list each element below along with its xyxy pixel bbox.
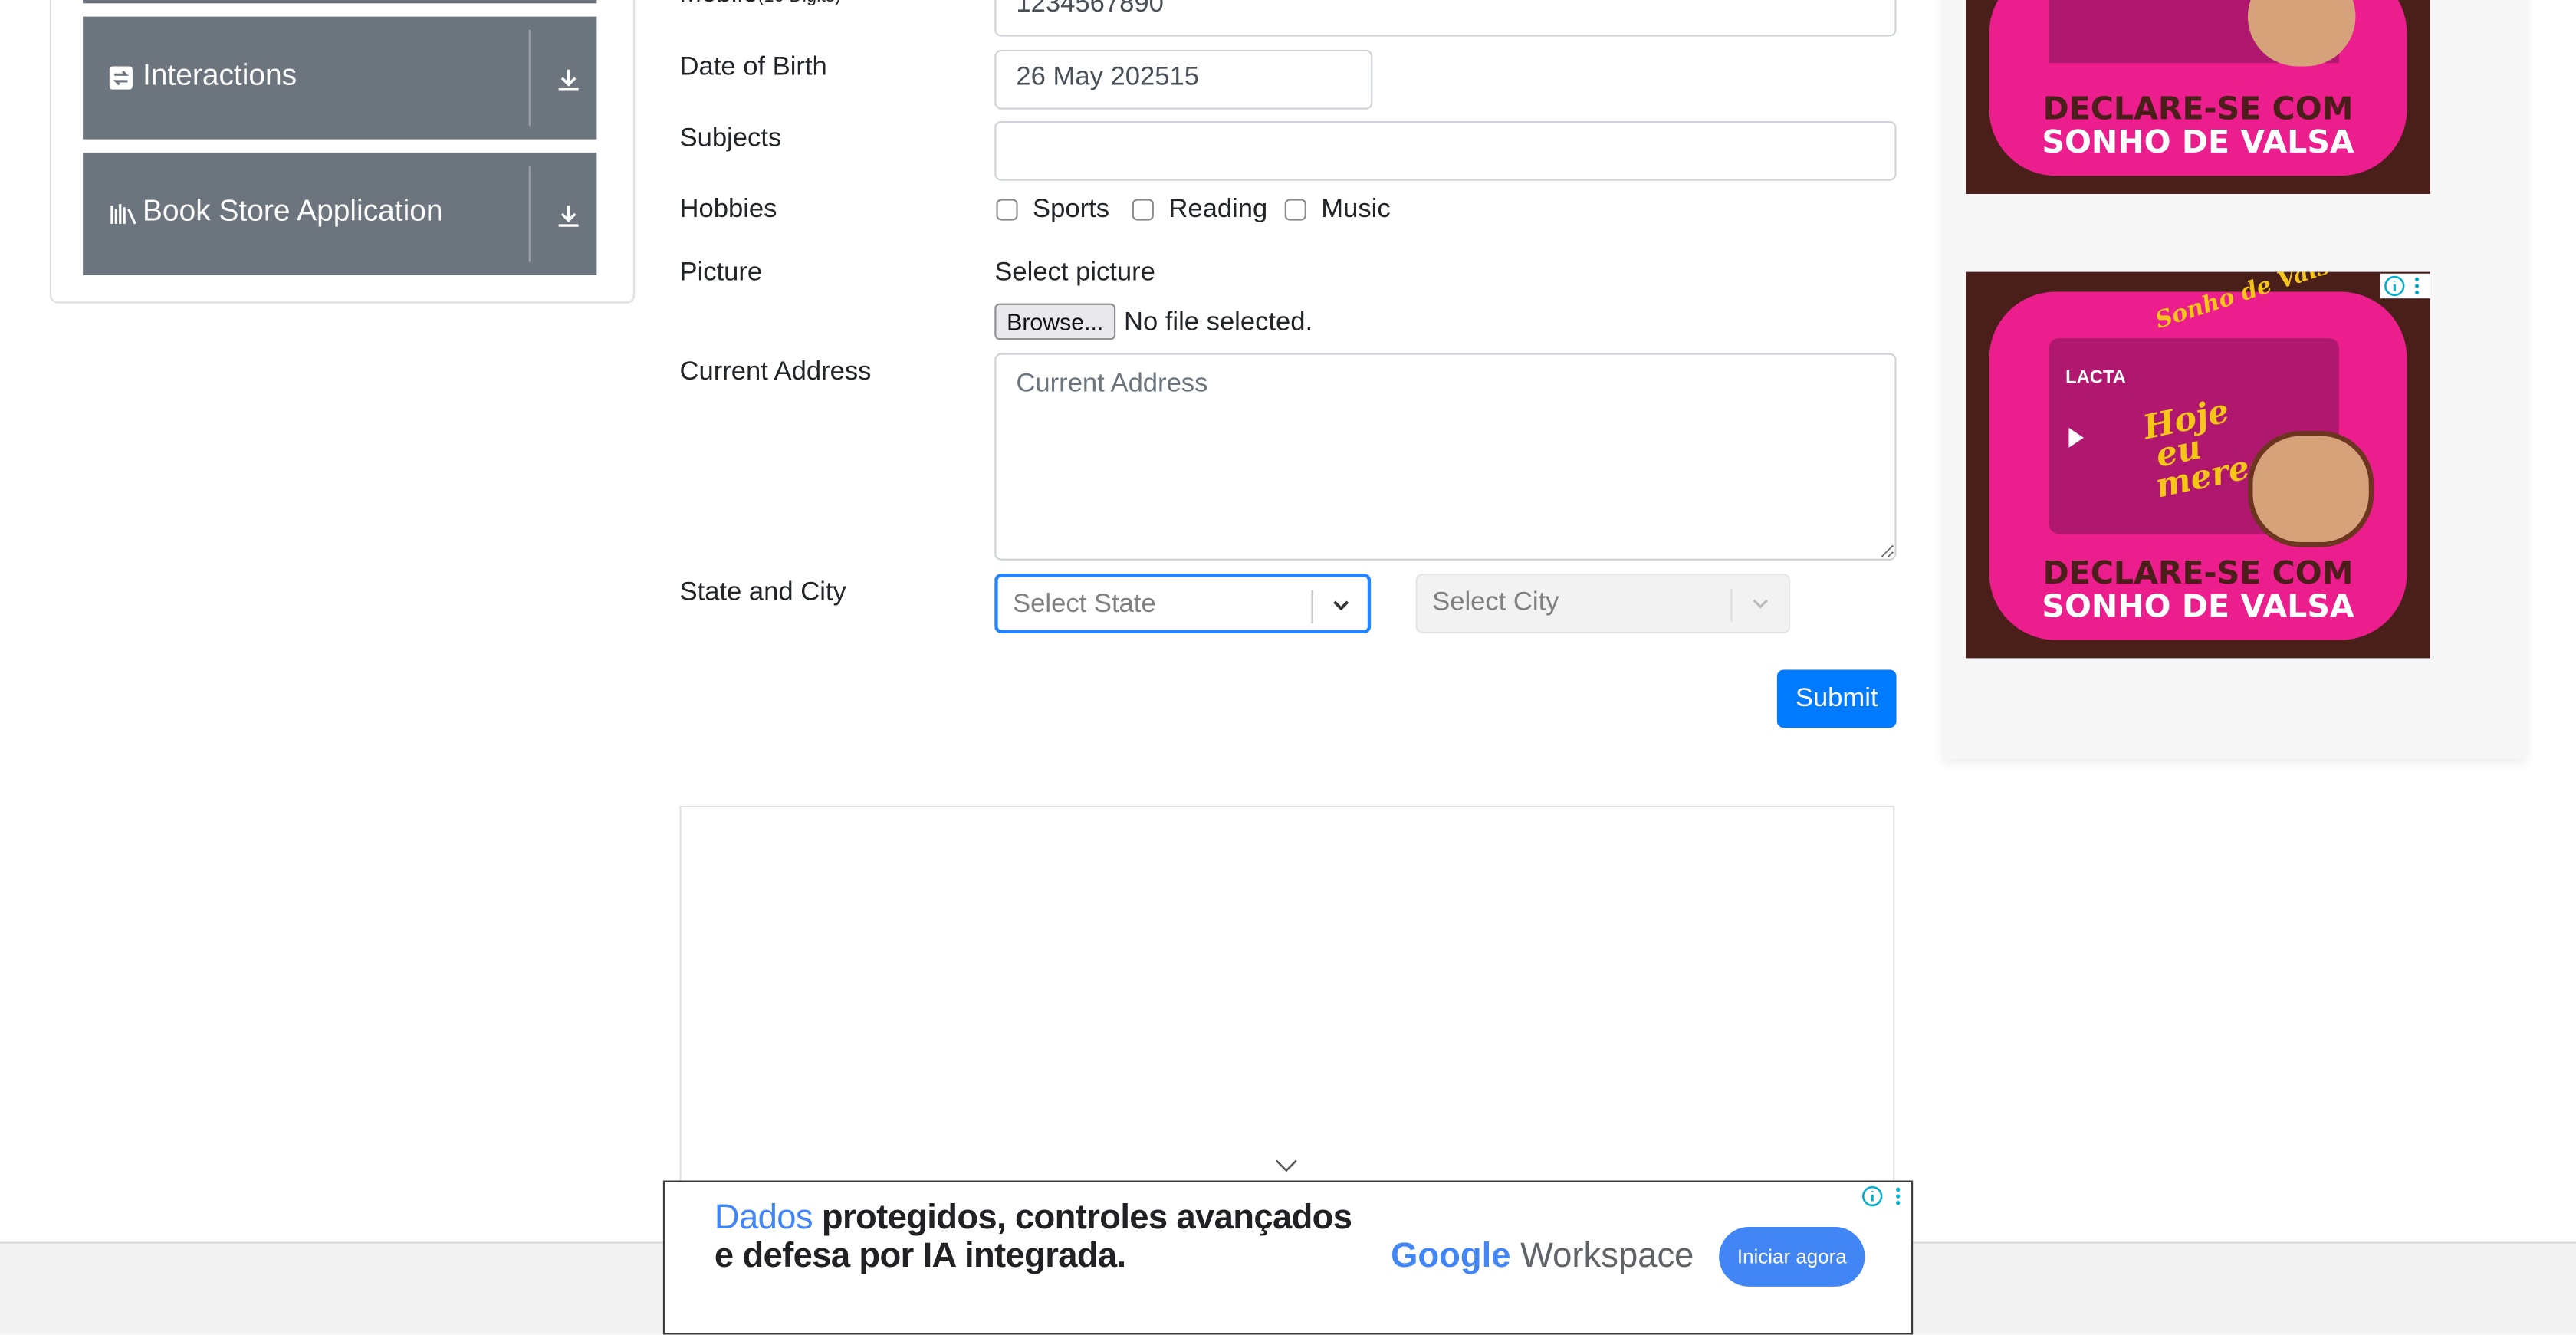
divider <box>528 166 531 262</box>
submit-button[interactable]: Submit <box>1776 669 1897 728</box>
hobby-music-checkbox[interactable] <box>1284 199 1306 221</box>
sonho-de-valsa-ad-top[interactable]: DECLARE-SE COM SONHO DE VALSA <box>1966 0 2430 194</box>
file-status: No file selected. <box>1123 308 1313 337</box>
sidebar-item-book-store-application[interactable]: Book Store Application <box>83 152 597 275</box>
ad-headline-highlight: Dados <box>714 1199 813 1238</box>
state-city-label: State and City <box>679 578 846 607</box>
mobile-label: Mobile(10 Digits) <box>680 0 841 10</box>
bonbon-image <box>2247 431 2374 547</box>
date-of-birth-input[interactable]: 26 May 202515 <box>994 49 1373 110</box>
sidebar-item-label: Book Store Application <box>142 193 443 228</box>
play-icon[interactable] <box>2068 427 2084 448</box>
sidebar-item-label: Interactions <box>142 58 297 91</box>
ad-headline-line1: DECLARE-SE COM <box>2042 555 2354 592</box>
ad-headline-line2: SONHO DE VALSA <box>2042 588 2354 626</box>
browse-button[interactable]: Browse... <box>994 303 1116 340</box>
select-separator <box>1730 588 1733 622</box>
picture-label: Picture <box>679 258 763 288</box>
mobile-value: 1234567890 <box>1016 0 1164 18</box>
state-placeholder: Select State <box>1013 590 1156 619</box>
current-address-label: Current Address <box>679 358 872 386</box>
hobby-sports-checkbox[interactable] <box>996 199 1018 221</box>
select-separator <box>1311 590 1313 623</box>
download-icon[interactable] <box>555 202 582 229</box>
chevron-down-icon[interactable] <box>1750 594 1770 613</box>
sidebar-item-interactions[interactable]: Interactions <box>83 16 597 140</box>
state-select[interactable]: Select State <box>994 574 1372 633</box>
mobile-hint: (10 Digits) <box>757 0 840 7</box>
current-address-textarea[interactable] <box>994 353 1897 561</box>
hobby-reading-checkbox[interactable] <box>1132 199 1154 221</box>
info-icon[interactable] <box>1861 1185 1883 1207</box>
city-select[interactable]: Select City <box>1415 574 1791 633</box>
google-workspace-ad[interactable]: Dados protegidos, controles avançados e … <box>662 1180 1914 1335</box>
city-placeholder: Select City <box>1432 588 1559 617</box>
sidebar-item-previous-edge[interactable] <box>83 0 597 4</box>
ad-headline-line1: DECLARE-SE COM <box>2042 90 2354 128</box>
dob-label: Date of Birth <box>679 53 827 81</box>
ad-headline-line2: SONHO DE VALSA <box>2042 124 2354 161</box>
results-area <box>679 805 1895 1204</box>
hobby-sports-label[interactable]: Sports <box>1033 196 1109 225</box>
sonho-de-valsa-ad-main[interactable]: Sonho de Valsa LACTA Hoje eu mereço DECL… <box>1966 271 2430 659</box>
subjects-label: Subjects <box>679 124 782 153</box>
chevron-down-icon[interactable] <box>1275 1157 1298 1174</box>
chevron-down-icon[interactable] <box>1331 595 1351 615</box>
divider <box>528 29 531 127</box>
ad-headline-rest: protegidos, controles avançados <box>812 1199 1352 1238</box>
subjects-input[interactable] <box>994 120 1897 181</box>
more-icon[interactable] <box>2412 275 2422 297</box>
mobile-input[interactable]: 1234567890 <box>994 0 1897 37</box>
info-icon[interactable] <box>2384 275 2405 297</box>
mobile-label-text: Mobile <box>680 0 758 8</box>
more-icon[interactable] <box>1893 1185 1903 1207</box>
select-picture-label: Select picture <box>994 258 1155 288</box>
google-logo-text: Google <box>1391 1237 1511 1275</box>
ad-headline: Dados protegidos, controles avançados e … <box>715 1199 1352 1274</box>
ad-headline-line2: e defesa por IA integrada. <box>714 1237 1126 1275</box>
hobby-reading-label[interactable]: Reading <box>1168 196 1267 225</box>
google-workspace-logo: Google Workspace <box>1391 1237 1694 1277</box>
wrapper-brand: LACTA <box>2065 368 2126 388</box>
dob-value: 26 May 202515 <box>1016 63 1199 91</box>
download-icon[interactable] <box>555 66 582 93</box>
book-store-icon <box>110 203 136 225</box>
hobby-music-label[interactable]: Music <box>1321 196 1390 225</box>
ad-choices[interactable] <box>2380 273 2430 299</box>
interactions-icon <box>109 66 133 90</box>
workspace-logo-text: Workspace <box>1520 1237 1694 1275</box>
iniciar-agora-button[interactable]: Iniciar agora <box>1719 1227 1865 1287</box>
hobbies-label: Hobbies <box>679 196 777 224</box>
